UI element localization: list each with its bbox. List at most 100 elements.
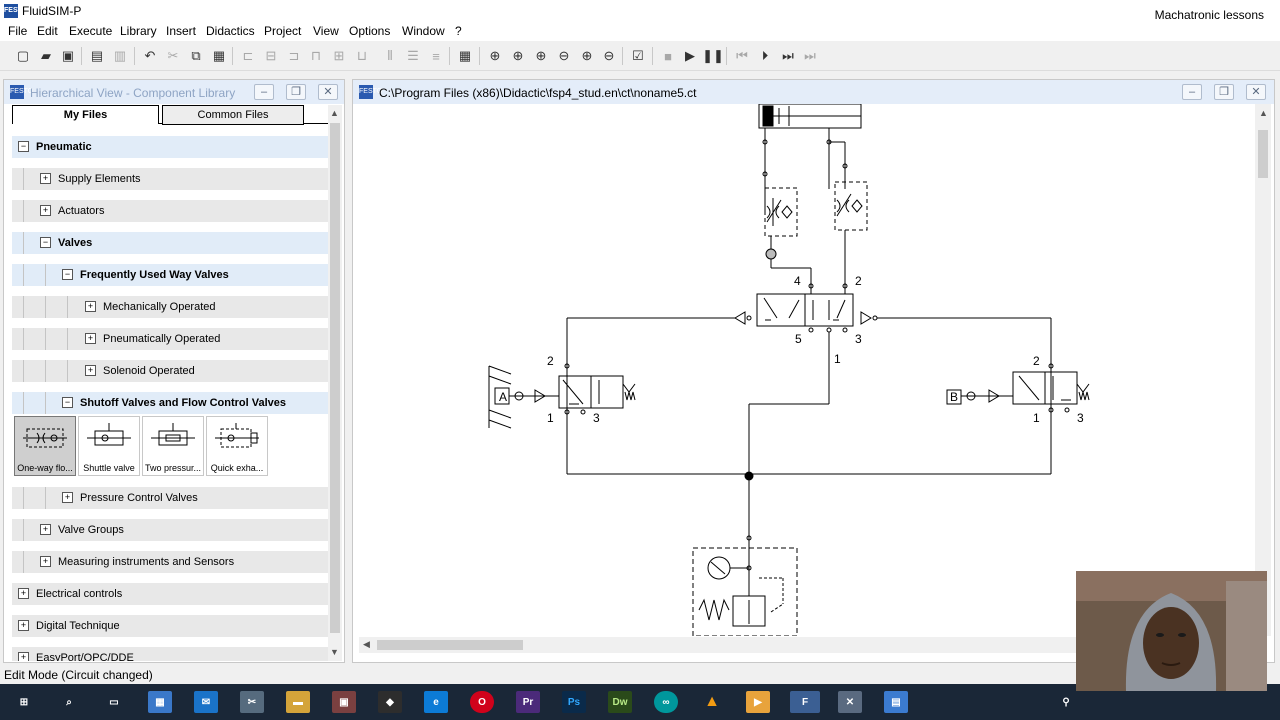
scrollbar-thumb[interactable]	[1258, 130, 1268, 178]
tree-item-easyport[interactable]: + EasyPort/OPC/DDE	[12, 646, 328, 661]
restore-icon[interactable]: ❐	[1214, 84, 1234, 100]
distribute-horizontal-icon[interactable]: ⫴	[381, 47, 399, 65]
main-5-2-way-valve[interactable]	[756, 293, 854, 327]
tree-item-measuring-instruments[interactable]: + Measuring instruments and Sensors	[12, 550, 328, 573]
collapse-icon[interactable]: −	[40, 237, 51, 248]
tree-item-actuators[interactable]: + Actuators	[12, 199, 328, 222]
tree-item-valve-groups[interactable]: + Valve Groups	[12, 518, 328, 541]
premiere-icon[interactable]: Pr	[516, 691, 540, 713]
copy-icon[interactable]: ⧉	[187, 47, 205, 65]
dreamweaver-icon[interactable]: Dw	[608, 691, 632, 713]
left-3-2-way-valve[interactable]	[514, 375, 636, 409]
align-right-icon[interactable]: ⊐	[285, 47, 303, 65]
tree-item-supply-elements[interactable]: + Supply Elements	[12, 167, 328, 190]
component-quick-exhaust-valve[interactable]: Quick exha...	[206, 416, 268, 476]
restore-icon[interactable]: ❐	[286, 84, 306, 100]
pause-icon[interactable]: ❚❚	[702, 47, 724, 65]
scroll-down-icon[interactable]: ▼	[330, 647, 339, 657]
search-icon[interactable]: ⌕	[57, 691, 81, 713]
stop-icon[interactable]: ■	[659, 47, 677, 65]
minimize-icon[interactable]: –	[1182, 84, 1202, 100]
library-scrollbar[interactable]: ▲ ▼	[328, 105, 342, 661]
menu-library[interactable]: Library	[120, 24, 157, 38]
mail-icon[interactable]: ✉	[194, 691, 218, 713]
undo-icon[interactable]: ↶	[141, 47, 159, 65]
expand-icon[interactable]: +	[18, 588, 29, 599]
fluidsim-taskbar-icon[interactable]: F	[790, 691, 820, 713]
close-icon[interactable]: ✕	[318, 84, 338, 100]
arduino-icon[interactable]: ∞	[654, 691, 678, 713]
circuit-canvas[interactable]: 4 2 5 3 1 2 1 3 A 2 1 3 B	[359, 104, 1255, 636]
scroll-left-icon[interactable]: ◀	[363, 639, 370, 650]
zoom-out-icon[interactable]: ⊖	[600, 47, 618, 65]
close-icon[interactable]: ✕	[1246, 84, 1266, 100]
expand-icon[interactable]: +	[40, 524, 51, 535]
expand-icon[interactable]: +	[62, 492, 73, 503]
calculator-icon[interactable]: ▤	[884, 691, 908, 713]
circuit-diagram[interactable]: 4 2 5 3 1 2 1 3 A 2 1 3 B	[359, 104, 1255, 636]
expand-icon[interactable]: +	[85, 301, 96, 312]
paste-icon[interactable]: ▦	[210, 47, 228, 65]
photoshop-icon[interactable]: Ps	[562, 691, 586, 713]
expand-icon[interactable]: +	[40, 205, 51, 216]
tree-item-frequently-used-way-valves[interactable]: − Frequently Used Way Valves	[12, 263, 328, 286]
circuit-vertical-scrollbar[interactable]: ▲	[1255, 104, 1271, 636]
zoom-in-icon[interactable]: ⊕	[578, 47, 596, 65]
menu-options[interactable]: Options	[349, 24, 390, 38]
tree-item-solenoid-operated[interactable]: + Solenoid Operated	[12, 359, 328, 382]
align-middle-icon[interactable]: ⊞	[330, 47, 348, 65]
expand-icon[interactable]: +	[40, 556, 51, 567]
task-view-icon[interactable]: ▭	[102, 691, 126, 713]
cut-icon[interactable]: ✂	[164, 47, 182, 65]
minimize-icon[interactable]: –	[254, 84, 274, 100]
zoom-circuit-icon[interactable]: ⊕	[509, 47, 527, 65]
menu-help[interactable]: ?	[455, 24, 462, 38]
fluidsim-x-icon[interactable]: ✕	[838, 691, 862, 713]
zoom-previous-icon[interactable]: ⊖	[555, 47, 573, 65]
edge-icon[interactable]: e	[424, 691, 448, 713]
collapse-icon[interactable]: −	[62, 397, 73, 408]
align-left-icon[interactable]: ⊏	[239, 47, 257, 65]
align-bottom-icon[interactable]: ⊔	[353, 47, 371, 65]
tree-item-electrical-controls[interactable]: + Electrical controls	[12, 582, 328, 605]
double-acting-cylinder[interactable]	[758, 104, 862, 129]
print-preview-icon[interactable]: ▤	[88, 47, 106, 65]
save-icon[interactable]: ▣	[59, 47, 77, 65]
scroll-up-icon[interactable]: ▲	[1259, 108, 1268, 118]
store-icon[interactable]: ▦	[148, 691, 172, 713]
check-drawing-icon[interactable]: ☑	[629, 47, 647, 65]
component-two-pressure-valve[interactable]: Two pressur...	[142, 416, 204, 476]
component-shuttle-valve[interactable]: Shuttle valve	[78, 416, 140, 476]
grid-icon[interactable]: ▦	[456, 47, 474, 65]
app-icon[interactable]: ▣	[332, 691, 356, 713]
opera-icon[interactable]: O	[470, 691, 494, 713]
distribute-vertical-icon[interactable]: ☰	[404, 47, 422, 65]
expand-icon[interactable]: +	[85, 333, 96, 344]
expand-icon[interactable]: +	[18, 652, 29, 661]
one-way-flow-control-valve-a[interactable]	[764, 187, 798, 237]
expand-icon[interactable]: +	[85, 365, 96, 376]
expand-icon[interactable]: +	[40, 173, 51, 184]
tab-common-files[interactable]: Common Files	[162, 105, 304, 125]
single-step-icon[interactable]: ⏵	[756, 47, 774, 65]
tree-item-pressure-control-valves[interactable]: + Pressure Control Valves	[12, 486, 328, 509]
menu-view[interactable]: View	[313, 24, 339, 38]
step-forward-icon[interactable]: ⏭	[779, 47, 797, 65]
media-app-icon[interactable]: ▶	[746, 691, 770, 713]
open-folder-icon[interactable]: ▰	[37, 47, 55, 65]
menu-insert[interactable]: Insert	[166, 24, 196, 38]
reset-icon[interactable]: ⏮	[733, 47, 751, 65]
align-center-icon[interactable]: ⊟	[262, 47, 280, 65]
align-top-icon[interactable]: ⊓	[307, 47, 325, 65]
menu-edit[interactable]: Edit	[37, 24, 58, 38]
collapse-icon[interactable]: −	[18, 141, 29, 152]
service-unit[interactable]	[692, 544, 798, 636]
tree-item-pneumatically-operated[interactable]: + Pneumatically Operated	[12, 327, 328, 350]
right-3-2-way-valve[interactable]	[966, 371, 1090, 405]
tree-item-shutoff-flow-control-valves[interactable]: − Shutoff Valves and Flow Control Valves	[12, 391, 328, 414]
windows-start-icon[interactable]: ⊞	[12, 691, 36, 713]
menu-didactics[interactable]: Didactics	[206, 24, 255, 38]
run-to-end-icon[interactable]: ⏭	[801, 47, 819, 65]
tab-my-files[interactable]: My Files	[12, 105, 159, 124]
one-way-flow-control-valve-b[interactable]	[834, 181, 868, 231]
